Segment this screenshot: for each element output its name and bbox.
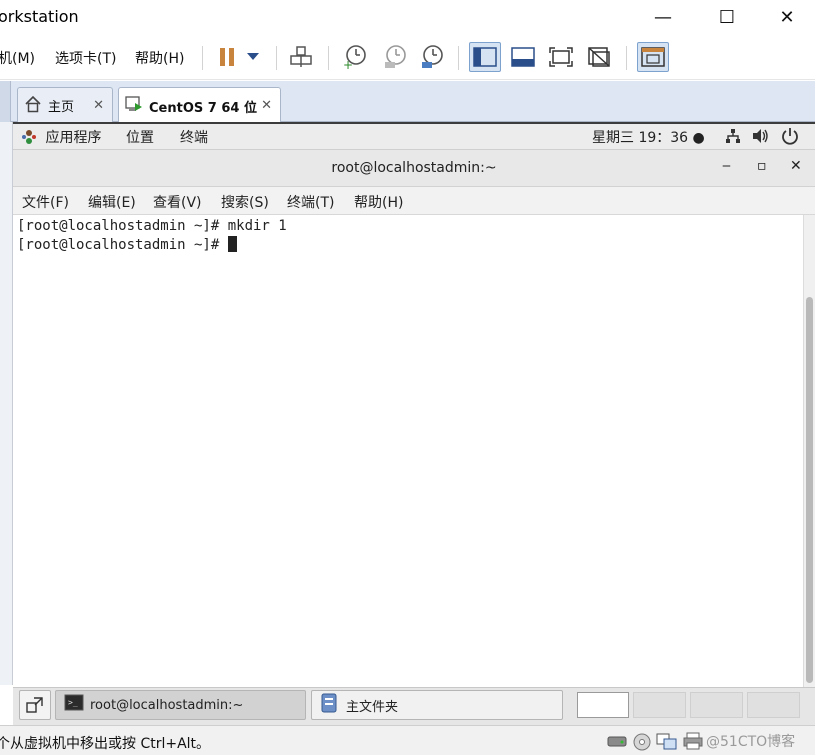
terminal-prompt: [root@localhostadmin ~]# [17, 237, 228, 253]
pause-icon[interactable] [214, 42, 240, 72]
snapshot-revert-icon[interactable] [381, 42, 409, 72]
window-title: orkstation [0, 7, 79, 26]
terminal-maximize-button[interactable]: ▫ [757, 158, 767, 174]
tab-centos[interactable]: CentOS 7 64 位 ✕ [118, 87, 281, 124]
workspace-1[interactable] [577, 692, 629, 718]
terminal-cursor [227, 236, 237, 252]
taskbar-item-terminal-label: root@localhostadmin:~ [90, 697, 244, 713]
vm-running-icon [125, 95, 143, 117]
places-menu[interactable]: 位置 [126, 127, 154, 147]
applications-menu-label: 应用程序 [45, 130, 102, 146]
terminal-output[interactable]: [root@localhostadmin ~]# mkdir 1 [root@l… [13, 215, 803, 687]
menu-vm[interactable]: 机(M) [0, 48, 35, 68]
window-titlebar: orkstation — ☐ ✕ [0, 0, 815, 36]
terminal-menubar: 文件(F) 编辑(E) 查看(V) 搜索(S) 终端(T) 帮助(H) [13, 187, 815, 215]
workspace-3[interactable] [690, 692, 743, 718]
send-keys-icon[interactable] [288, 42, 314, 72]
view-fit-icon[interactable] [509, 42, 537, 72]
tab-home-label: 主页 [48, 100, 75, 115]
taskbar-item-files-label: 主文件夹 [346, 699, 399, 715]
toolbar-separator [626, 46, 627, 70]
terminal-menu-search[interactable]: 搜索(S) [221, 192, 269, 212]
power-icon[interactable] [781, 127, 799, 149]
tab-centos-label: CentOS 7 64 位 [149, 100, 257, 116]
toolbar-separator [328, 46, 329, 70]
show-desktop-button[interactable] [19, 690, 51, 720]
terminal-menu-help[interactable]: 帮助(H) [354, 192, 403, 212]
vmware-status-bar: 个从虚拟机中移出或按 Ctrl+Alt。 @51CTO博客 [0, 725, 815, 755]
taskbar-item-files[interactable]: 主文件夹 [311, 690, 563, 720]
terminal-menu-edit[interactable]: 编辑(E) [88, 192, 136, 212]
tab-centos-close-icon[interactable]: ✕ [261, 98, 272, 113]
tab-home-close-icon[interactable]: ✕ [93, 98, 104, 113]
show-desktop-icon [26, 697, 43, 713]
terminal-menu-terminal[interactable]: 终端(T) [287, 192, 334, 212]
terminal-menu-file[interactable]: 文件(F) [22, 192, 69, 212]
terminal-scrollbar-thumb[interactable] [806, 297, 813, 683]
cd-rom-icon[interactable] [632, 732, 652, 755]
status-message: 个从虚拟机中移出或按 Ctrl+Alt。 [0, 736, 211, 752]
snapshot-manager-icon[interactable] [418, 42, 446, 72]
watermark: @51CTO博客 [706, 734, 796, 750]
menu-tabs[interactable]: 选项卡(T) [55, 48, 116, 68]
gnome-top-bar: 应用程序 位置 终端 星期三 19：36 ● [13, 122, 815, 150]
terminal-icon: >_ [64, 694, 84, 716]
view-console-icon[interactable] [469, 42, 501, 72]
terminal-close-button[interactable]: ✕ [790, 158, 802, 174]
library-collapse-tab[interactable] [0, 81, 11, 122]
thumbnail-view-icon[interactable] [637, 42, 669, 72]
network-adapter-icon[interactable] [656, 732, 678, 754]
snapshot-take-icon[interactable]: + [341, 42, 369, 72]
terminal-title: root@localhostadmin:~ [331, 160, 497, 176]
terminal-line: [root@localhostadmin ~]# mkdir 1 [17, 218, 287, 234]
workspace-4[interactable] [747, 692, 800, 718]
file-manager-icon [320, 693, 338, 717]
terminal-titlebar[interactable]: root@localhostadmin:~ ‒ ▫ ✕ [13, 150, 815, 187]
network-icon[interactable] [725, 128, 741, 148]
hard-disk-icon[interactable] [607, 732, 627, 754]
terminal-menu-view[interactable]: 查看(V) [153, 192, 202, 212]
terminal-scrollbar[interactable] [803, 215, 815, 687]
home-icon [24, 95, 42, 117]
terminal-minimize-button[interactable]: ‒ [722, 158, 731, 174]
maximize-button[interactable]: ☐ [704, 0, 750, 34]
tab-home[interactable]: 主页 ✕ [17, 87, 113, 123]
clock[interactable]: 星期三 19：36 ● [592, 127, 705, 147]
menu-help[interactable]: 帮助(H) [135, 48, 184, 68]
workspace-2[interactable] [633, 692, 686, 718]
library-panel-edge [0, 122, 13, 685]
minimize-button[interactable]: — [640, 0, 686, 34]
svg-text:>_: >_ [68, 698, 78, 707]
toolbar-separator [202, 46, 203, 70]
gnome-foot-icon [22, 130, 36, 144]
full-screen-icon[interactable] [547, 42, 575, 72]
taskbar-item-terminal[interactable]: >_ root@localhostadmin:~ [55, 690, 306, 720]
svg-text:+: + [343, 58, 353, 70]
volume-icon[interactable] [752, 128, 770, 148]
vm-tab-strip: 主页 ✕ CentOS 7 64 位 ✕ [0, 81, 815, 124]
printer-icon[interactable] [683, 732, 703, 754]
terminal-menu[interactable]: 终端 [180, 127, 208, 147]
dropdown-arrow-icon[interactable] [244, 42, 262, 72]
unity-icon[interactable] [585, 42, 613, 72]
applications-menu[interactable]: 应用程序 [21, 127, 101, 147]
close-button[interactable]: ✕ [764, 0, 810, 34]
terminal-prompt-line: [root@localhostadmin ~]# [17, 236, 237, 253]
toolbar-separator [458, 46, 459, 70]
gnome-bottom-panel: >_ root@localhostadmin:~ 主文件夹 [13, 687, 815, 725]
toolbar-separator [276, 46, 277, 70]
